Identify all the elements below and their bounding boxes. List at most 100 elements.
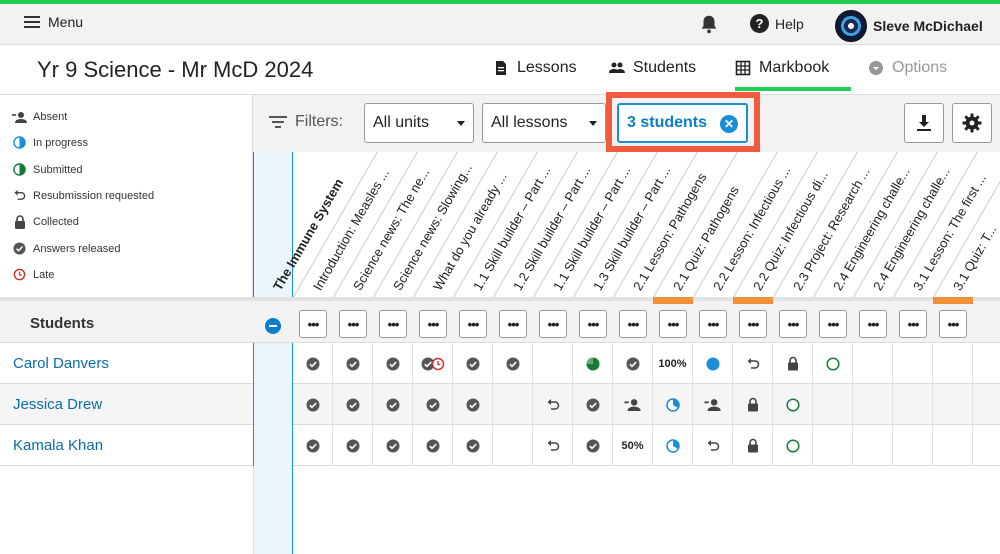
grade-cell[interactable] — [653, 384, 693, 425]
grade-cell[interactable] — [333, 343, 373, 384]
grade-cell[interactable] — [733, 425, 773, 466]
tab-options[interactable]: Options — [868, 59, 947, 77]
empty-cell[interactable] — [813, 425, 853, 466]
student-filter-chip[interactable]: 3 students ✕ — [617, 103, 748, 143]
grade-cell[interactable] — [293, 343, 333, 384]
grade-cell[interactable] — [773, 425, 813, 466]
column-header[interactable]: What do you already ... — [430, 170, 510, 293]
column-header[interactable]: Introduction: Measles ... — [310, 166, 392, 293]
column-header[interactable]: 1.1 Skill builder – Part ... — [550, 163, 633, 293]
column-menu-button[interactable]: ••• — [579, 310, 607, 338]
column-header[interactable]: 2.2 Lesson: Infectious ... — [710, 163, 793, 293]
empty-cell[interactable] — [493, 425, 533, 466]
column-menu-button[interactable]: ••• — [779, 310, 807, 338]
tab-markbook[interactable]: Markbook — [735, 59, 851, 91]
empty-cell[interactable] — [893, 343, 933, 384]
column-menu-button[interactable]: ••• — [339, 310, 367, 338]
settings-button[interactable] — [952, 103, 992, 143]
unit-header[interactable]: The Immune System — [270, 176, 346, 293]
grade-cell[interactable] — [373, 425, 413, 466]
empty-cell[interactable] — [533, 343, 573, 384]
column-header[interactable]: 3.1 Lesson: The first ... — [910, 171, 989, 293]
grade-cell[interactable] — [693, 425, 733, 466]
grade-cell[interactable] — [573, 343, 613, 384]
grade-cell[interactable] — [613, 343, 653, 384]
column-menu-button[interactable]: ••• — [499, 310, 527, 338]
empty-cell[interactable] — [493, 384, 533, 425]
user-menu[interactable]: Sleve McDichael — [835, 10, 983, 42]
grade-cell[interactable] — [293, 425, 333, 466]
grade-cell[interactable] — [813, 343, 853, 384]
column-menu-button[interactable]: ••• — [459, 310, 487, 338]
tab-lessons[interactable]: Lessons — [493, 59, 577, 77]
empty-cell[interactable] — [813, 384, 853, 425]
grade-cell[interactable] — [333, 384, 373, 425]
empty-cell[interactable] — [893, 425, 933, 466]
column-header[interactable]: 2.2 Quiz: Infectious di... — [750, 168, 831, 293]
column-menu-button[interactable]: ••• — [659, 310, 687, 338]
empty-cell[interactable] — [893, 384, 933, 425]
grade-cell[interactable] — [533, 384, 573, 425]
lesson-select[interactable]: All lessons — [482, 103, 606, 143]
grade-cell[interactable] — [413, 343, 453, 384]
student-name-link[interactable]: Kamala Khan — [13, 437, 103, 454]
empty-cell[interactable] — [933, 384, 973, 425]
grade-cell[interactable] — [733, 384, 773, 425]
column-header[interactable]: 1.1 Skill builder – Part ... — [470, 163, 553, 293]
grade-cell[interactable]: 100% — [653, 343, 693, 384]
column-menu-button[interactable]: ••• — [419, 310, 447, 338]
column-header[interactable]: 1.3 Skill builder – Part ... — [590, 163, 673, 293]
column-menu-button[interactable]: ••• — [899, 310, 927, 338]
grade-cell[interactable] — [453, 425, 493, 466]
column-menu-button[interactable]: ••• — [859, 310, 887, 338]
empty-cell[interactable] — [853, 384, 893, 425]
column-menu-button[interactable]: ••• — [619, 310, 647, 338]
grade-cell[interactable] — [293, 384, 333, 425]
bell-icon[interactable] — [698, 13, 720, 35]
grade-cell[interactable] — [493, 343, 533, 384]
grade-cell[interactable] — [693, 384, 733, 425]
menu-button[interactable]: Menu — [24, 14, 83, 30]
column-header[interactable]: 2.4 Engineering challe... — [830, 165, 913, 293]
grade-cell[interactable] — [773, 343, 813, 384]
download-button[interactable] — [904, 103, 944, 143]
column-menu-button[interactable]: ••• — [819, 310, 847, 338]
empty-cell[interactable] — [933, 343, 973, 384]
grade-cell[interactable] — [413, 425, 453, 466]
grade-cell[interactable] — [453, 343, 493, 384]
grade-cell[interactable] — [373, 384, 413, 425]
column-menu-button[interactable]: ••• — [739, 310, 767, 338]
grade-cell[interactable] — [413, 384, 453, 425]
column-header[interactable]: Science news: The ne... — [350, 166, 432, 293]
column-menu-button[interactable]: ••• — [379, 310, 407, 338]
empty-cell[interactable] — [853, 425, 893, 466]
grade-cell[interactable] — [373, 343, 413, 384]
grade-cell[interactable] — [533, 425, 573, 466]
grade-cell[interactable] — [693, 343, 733, 384]
column-header[interactable]: 2.1 Lesson: Pathogens — [630, 170, 709, 293]
column-menu-button[interactable]: ••• — [539, 310, 567, 338]
collapse-unit-button[interactable] — [265, 318, 281, 334]
column-menu-button[interactable]: ••• — [939, 310, 967, 338]
unit-select[interactable]: All units — [364, 103, 474, 143]
student-name-link[interactable]: Carol Danvers — [13, 355, 109, 372]
grade-cell[interactable] — [453, 384, 493, 425]
student-name-link[interactable]: Jessica Drew — [13, 396, 102, 413]
grade-cell[interactable]: 50% — [613, 425, 653, 466]
column-menu-button[interactable]: ••• — [699, 310, 727, 338]
grade-cell[interactable] — [733, 343, 773, 384]
column-header[interactable]: 1.2 Skill builder – Part ... — [510, 163, 593, 293]
column-header[interactable]: 2.3 Project: Research ... — [790, 165, 873, 293]
grade-cell[interactable] — [613, 384, 653, 425]
help-button[interactable]: ? Help — [750, 14, 804, 33]
column-menu-button[interactable]: ••• — [299, 310, 327, 338]
column-header[interactable]: 2.4 Engineering challe... — [870, 165, 953, 293]
empty-cell[interactable] — [933, 425, 973, 466]
empty-cell[interactable] — [853, 343, 893, 384]
grade-cell[interactable] — [573, 384, 613, 425]
column-header[interactable]: Science news: Slowing... — [390, 161, 475, 293]
grade-cell[interactable] — [653, 425, 693, 466]
grade-cell[interactable] — [773, 384, 813, 425]
grade-cell[interactable] — [333, 425, 373, 466]
close-icon[interactable]: ✕ — [720, 115, 738, 133]
